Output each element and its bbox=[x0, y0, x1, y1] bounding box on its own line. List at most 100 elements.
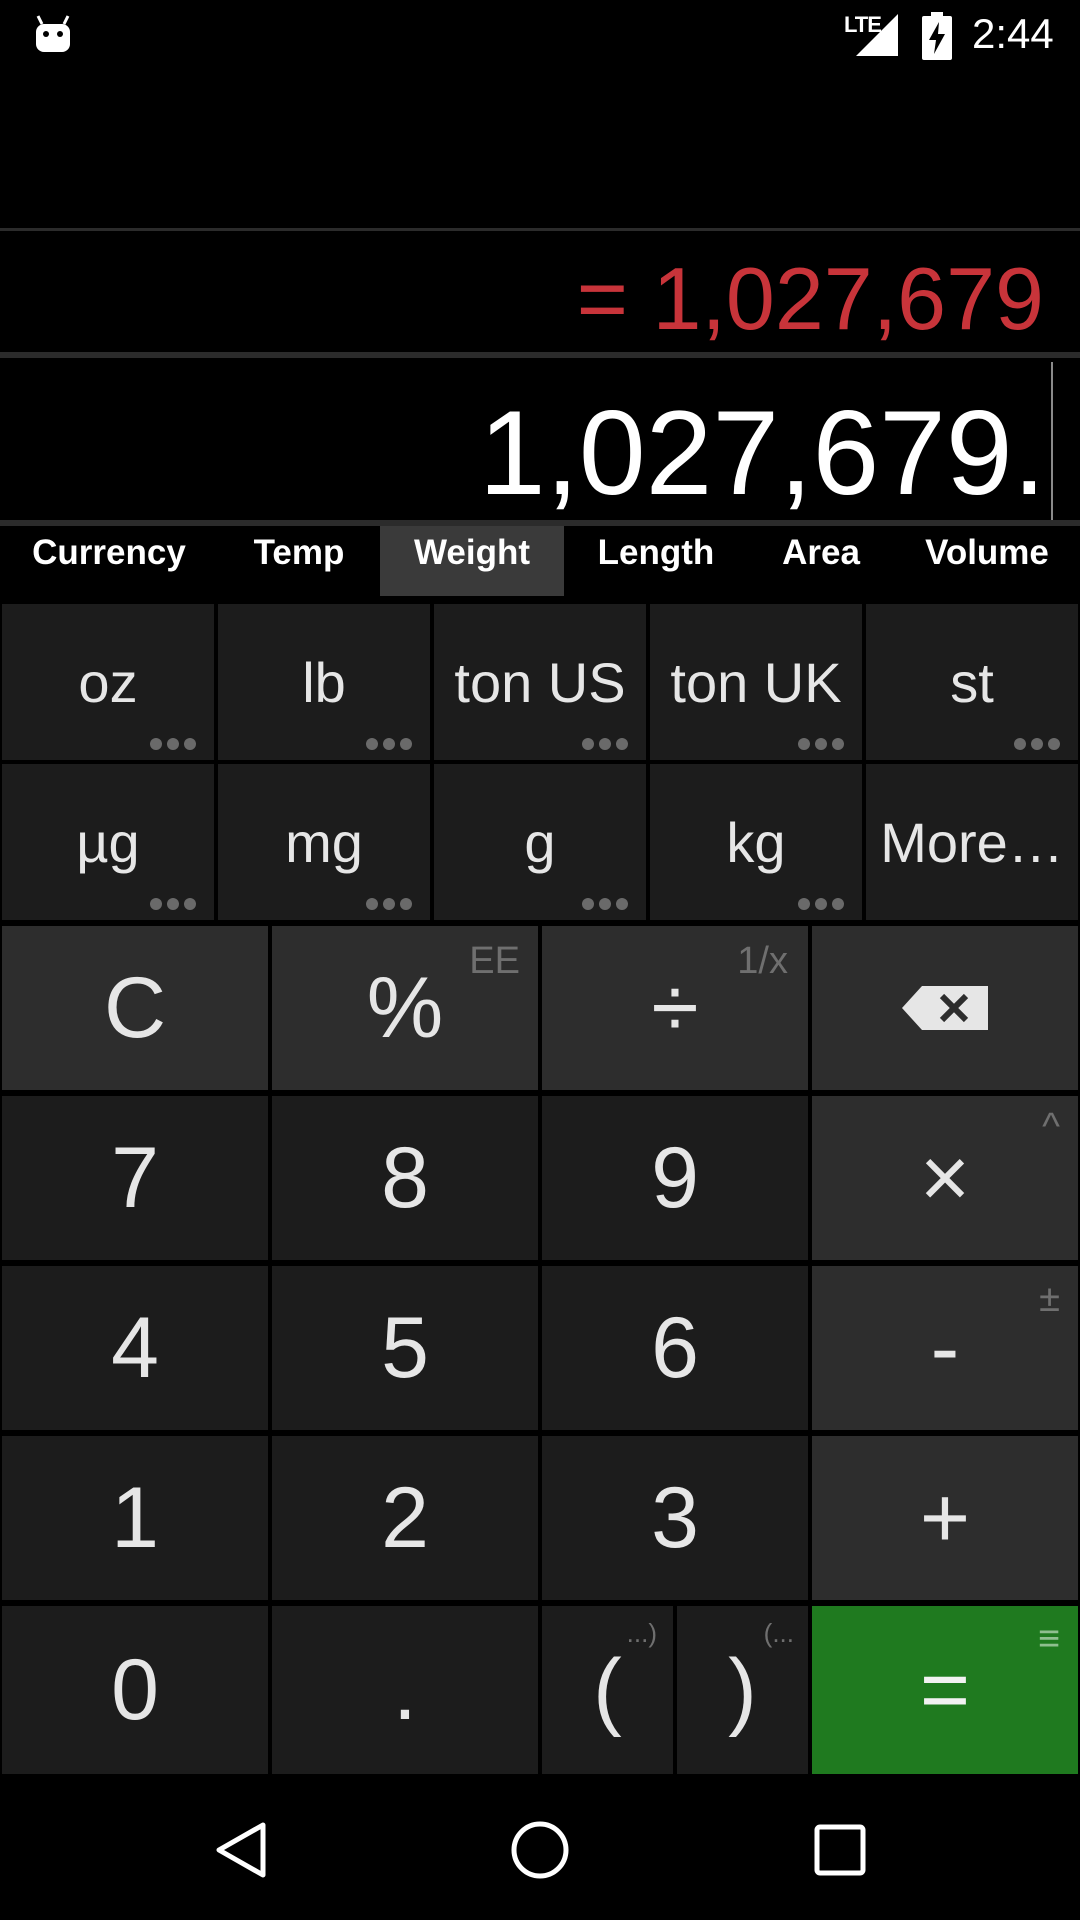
result-display: = 1,027,679 bbox=[576, 249, 1044, 348]
unit-label: More… bbox=[880, 810, 1064, 874]
more-options-icon bbox=[150, 738, 196, 750]
history-icon: ≡ bbox=[1037, 1618, 1060, 1660]
unit-ug-button[interactable]: µg bbox=[2, 764, 214, 920]
key-label: C bbox=[103, 959, 167, 1056]
more-options-icon bbox=[798, 898, 844, 910]
key-alt-label: (... bbox=[763, 1618, 794, 1648]
tab-area[interactable]: Area bbox=[748, 526, 894, 596]
open-paren-button[interactable]: ( ...) bbox=[542, 1606, 673, 1774]
plus-button[interactable]: + bbox=[812, 1436, 1078, 1600]
digit-2-button[interactable]: 2 bbox=[272, 1436, 538, 1600]
unit-g-button[interactable]: g bbox=[434, 764, 646, 920]
unit-label: mg bbox=[285, 810, 363, 874]
unit-ton-us-button[interactable]: ton US bbox=[434, 604, 646, 760]
clock: 2:44 bbox=[972, 10, 1054, 57]
key-label: - bbox=[930, 1299, 960, 1396]
expression-input[interactable]: 1,027,679. bbox=[479, 384, 1046, 522]
key-label: 7 bbox=[111, 1129, 159, 1226]
divide-button[interactable]: ÷ 1/x bbox=[542, 926, 808, 1090]
key-label: ÷ bbox=[651, 959, 699, 1056]
unit-label: µg bbox=[76, 810, 140, 874]
backspace-icon bbox=[902, 986, 988, 1030]
tab-weight[interactable]: Weight bbox=[380, 526, 564, 596]
unit-label: st bbox=[950, 650, 994, 714]
key-label: ( bbox=[593, 1641, 622, 1738]
conversion-tabs: Currency Temp Weight Length Area Volume bbox=[0, 526, 1080, 596]
clear-button[interactable]: C bbox=[2, 926, 268, 1090]
key-label: 0 bbox=[111, 1641, 159, 1738]
key-alt-label: 1/x bbox=[737, 940, 788, 982]
unit-lb-button[interactable]: lb bbox=[218, 604, 430, 760]
unit-label: lb bbox=[302, 650, 346, 714]
recents-icon bbox=[814, 1824, 866, 1876]
key-alt-label: EE bbox=[469, 940, 520, 982]
key-label: 4 bbox=[111, 1299, 159, 1396]
unit-mg-button[interactable]: mg bbox=[218, 764, 430, 920]
digit-6-button[interactable]: 6 bbox=[542, 1266, 808, 1430]
percent-button[interactable]: % EE bbox=[272, 926, 538, 1090]
digit-0-button[interactable]: 0 bbox=[2, 1606, 268, 1774]
more-options-icon bbox=[366, 738, 412, 750]
key-label: 3 bbox=[651, 1469, 699, 1566]
unit-label: kg bbox=[726, 810, 786, 874]
key-label: 1 bbox=[111, 1469, 159, 1566]
tab-currency[interactable]: Currency bbox=[0, 526, 218, 596]
android-icon bbox=[36, 15, 70, 52]
unit-label: ton US bbox=[454, 650, 626, 714]
home-button[interactable] bbox=[480, 1780, 600, 1920]
key-alt-label: ± bbox=[1039, 1278, 1060, 1320]
digit-7-button[interactable]: 7 bbox=[2, 1096, 268, 1260]
key-label: 5 bbox=[381, 1299, 429, 1396]
digit-8-button[interactable]: 8 bbox=[272, 1096, 538, 1260]
key-label: = bbox=[919, 1641, 971, 1738]
signal-icon bbox=[856, 14, 898, 56]
more-options-icon bbox=[366, 898, 412, 910]
multiply-button[interactable]: × ^ bbox=[812, 1096, 1078, 1260]
key-alt-label: ...) bbox=[626, 1618, 657, 1648]
key-label: ) bbox=[728, 1641, 757, 1738]
digit-9-button[interactable]: 9 bbox=[542, 1096, 808, 1260]
display-divider-middle bbox=[0, 352, 1080, 358]
key-label: 6 bbox=[651, 1299, 699, 1396]
more-options-icon bbox=[1014, 738, 1060, 750]
tab-volume[interactable]: Volume bbox=[894, 526, 1080, 596]
more-options-icon bbox=[582, 738, 628, 750]
key-label: 2 bbox=[381, 1469, 429, 1566]
more-options-icon bbox=[582, 898, 628, 910]
key-label: + bbox=[919, 1469, 971, 1566]
unit-ton-uk-button[interactable]: ton UK bbox=[650, 604, 862, 760]
home-icon bbox=[511, 1821, 569, 1879]
digit-5-button[interactable]: 5 bbox=[272, 1266, 538, 1430]
unit-label: g bbox=[524, 810, 556, 874]
key-label: × bbox=[919, 1129, 971, 1226]
unit-kg-button[interactable]: kg bbox=[650, 764, 862, 920]
key-label: . bbox=[393, 1641, 417, 1738]
digit-1-button[interactable]: 1 bbox=[2, 1436, 268, 1600]
tab-temp[interactable]: Temp bbox=[218, 526, 380, 596]
unit-label: oz bbox=[78, 650, 138, 714]
key-alt-label: ^ bbox=[1042, 1106, 1060, 1148]
decimal-point-button[interactable]: . bbox=[272, 1606, 538, 1774]
status-bar: LTE 2:44 bbox=[0, 0, 1080, 70]
back-button[interactable] bbox=[180, 1780, 300, 1920]
battery-charging-icon bbox=[922, 12, 952, 60]
tab-length[interactable]: Length bbox=[564, 526, 748, 596]
unit-label: ton UK bbox=[670, 650, 842, 714]
back-icon bbox=[216, 1822, 266, 1878]
display-divider-top bbox=[0, 228, 1080, 231]
unit-st-button[interactable]: st bbox=[866, 604, 1078, 760]
more-options-icon bbox=[150, 898, 196, 910]
more-options-icon bbox=[798, 738, 844, 750]
more-units-button[interactable]: More… bbox=[866, 764, 1078, 920]
recents-button[interactable] bbox=[780, 1780, 900, 1920]
backspace-button[interactable] bbox=[812, 926, 1078, 1090]
equals-button[interactable]: = ≡ bbox=[812, 1606, 1078, 1774]
close-paren-button[interactable]: ) (... bbox=[677, 1606, 808, 1774]
key-label: 9 bbox=[651, 1129, 699, 1226]
key-label: 8 bbox=[381, 1129, 429, 1226]
digit-4-button[interactable]: 4 bbox=[2, 1266, 268, 1430]
unit-oz-button[interactable]: oz bbox=[2, 604, 214, 760]
minus-button[interactable]: - ± bbox=[812, 1266, 1078, 1430]
digit-3-button[interactable]: 3 bbox=[542, 1436, 808, 1600]
text-cursor bbox=[1051, 362, 1053, 520]
